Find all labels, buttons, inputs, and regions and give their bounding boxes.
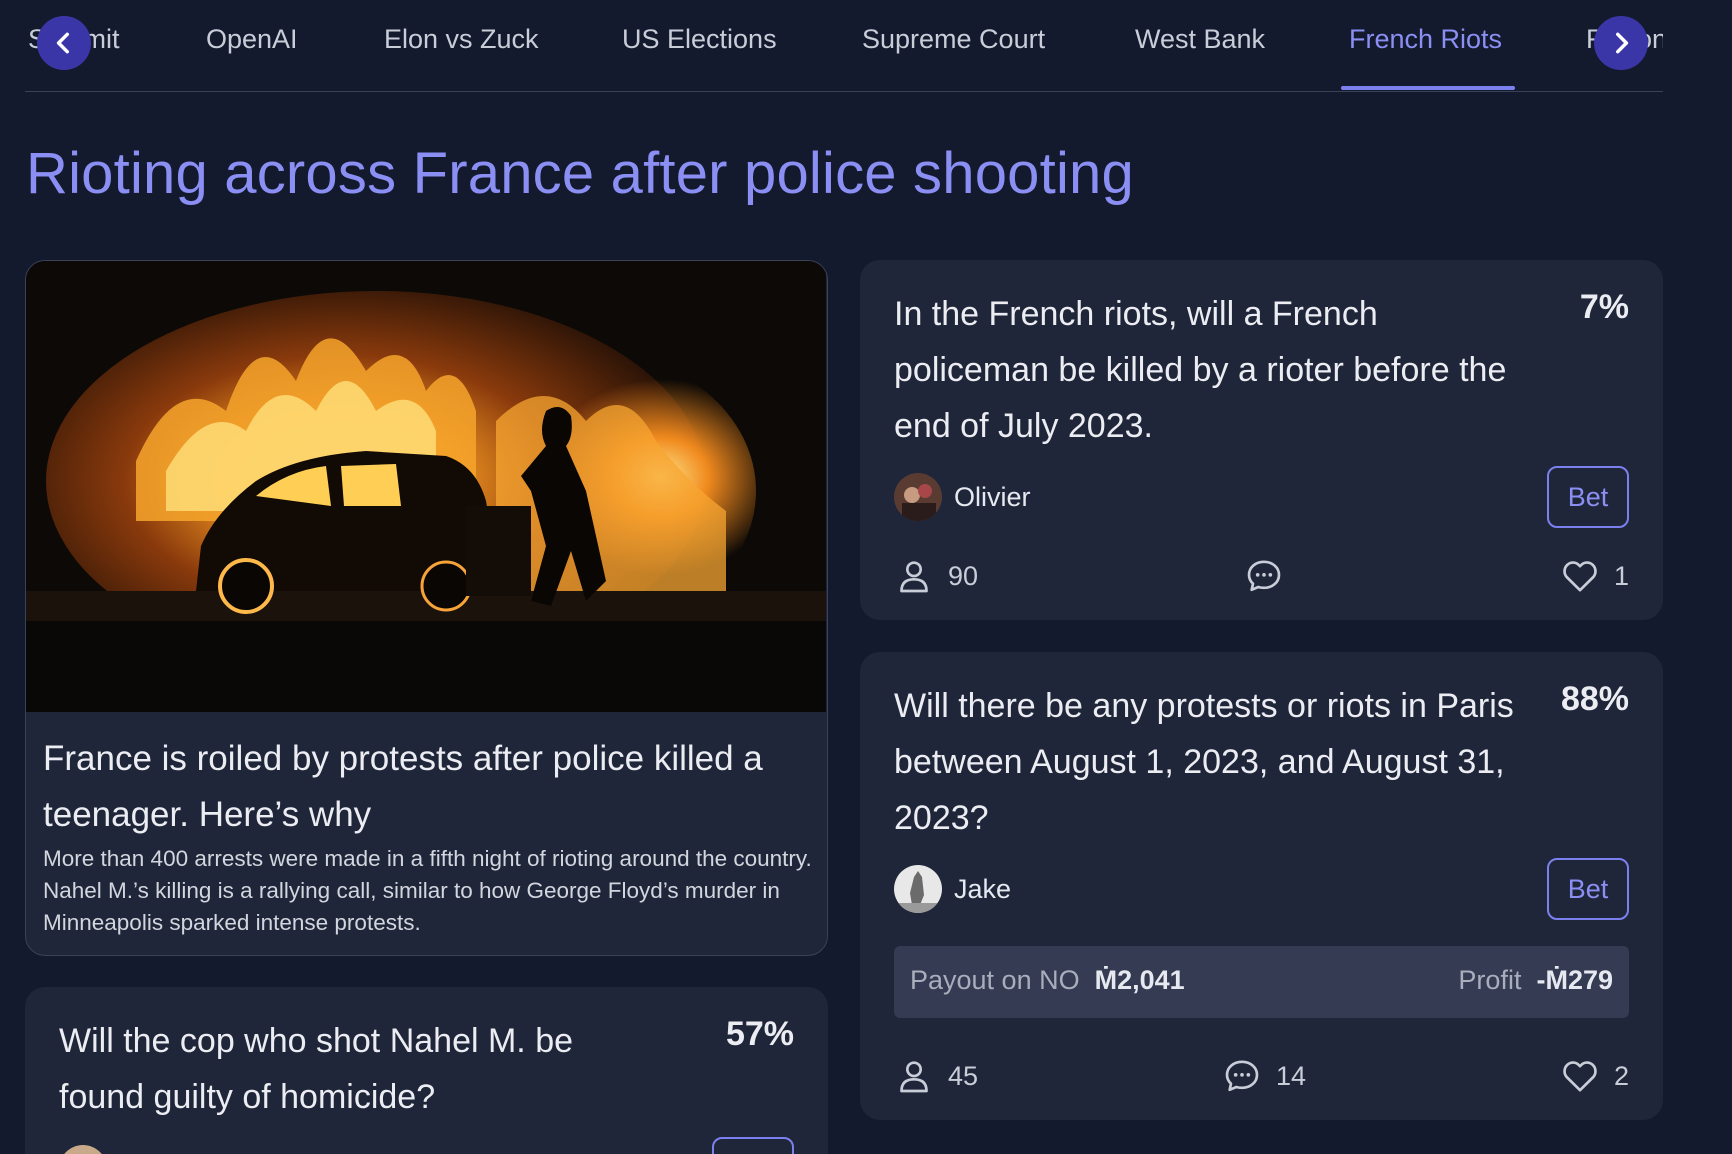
heart-icon xyxy=(1563,1061,1597,1092)
bet-button[interactable] xyxy=(712,1137,794,1154)
profit-info: Profit -Ṁ279 xyxy=(1458,965,1613,996)
news-article-card[interactable]: France is roiled by protests after polic… xyxy=(25,260,828,956)
tab-us-elections[interactable]: US Elections xyxy=(622,24,777,55)
market-probability: 88% xyxy=(1560,680,1629,718)
market-stats: 45 14 2 xyxy=(894,1056,1629,1100)
market-stats: 90 1 xyxy=(894,556,1629,600)
heart-icon xyxy=(1563,561,1597,592)
market-creator[interactable]: Jake xyxy=(894,865,1011,913)
tab-french-riots[interactable]: French Riots xyxy=(1349,24,1502,55)
payout-summary: Payout on NO Ṁ2,041 Profit -Ṁ279 xyxy=(894,946,1629,1018)
avatar xyxy=(59,1145,107,1154)
likes-stat[interactable]: 1 xyxy=(1560,556,1629,596)
payout-label: Payout on NO xyxy=(910,965,1080,995)
creator-name: Olivier xyxy=(954,481,1031,512)
payout-info: Payout on NO Ṁ2,041 xyxy=(910,965,1185,996)
market-card-cop-guilty[interactable]: Will the cop who shot Nahel M. be found … xyxy=(25,987,828,1154)
tab-elon-vs-zuck[interactable]: Elon vs Zuck xyxy=(384,24,539,55)
avatar xyxy=(894,865,942,913)
profit-value: -Ṁ279 xyxy=(1536,965,1613,995)
comment-bubble-icon xyxy=(1225,1060,1259,1092)
tab-west-bank[interactable]: West Bank xyxy=(1135,24,1265,55)
market-question[interactable]: Will the cop who shot Nahel M. be found … xyxy=(59,1013,659,1125)
payout-value: Ṁ2,041 xyxy=(1094,965,1185,995)
market-card-paris-protests[interactable]: Will there be any protests or riots in P… xyxy=(860,652,1663,1120)
market-question[interactable]: In the French riots, will a French polic… xyxy=(894,286,1514,454)
scroll-tabs-right-button[interactable] xyxy=(1594,16,1648,70)
tab-supreme-court[interactable]: Supreme Court xyxy=(862,24,1045,55)
creator-name: Jake xyxy=(954,873,1012,904)
likes-count: 1 xyxy=(1613,560,1629,591)
traders-stat[interactable]: 45 xyxy=(894,1056,978,1096)
market-question[interactable]: Will there be any protests or riots in P… xyxy=(894,678,1514,846)
chevron-right-icon xyxy=(1616,32,1629,54)
market-creator[interactable]: Olivier xyxy=(894,473,1031,521)
comments-count: 14 xyxy=(1276,1060,1307,1091)
market-card-policeman-killed[interactable]: In the French riots, will a French polic… xyxy=(860,260,1663,620)
market-probability: 57% xyxy=(725,1015,794,1053)
avatar xyxy=(894,473,942,521)
user-icon xyxy=(900,561,928,593)
profit-label: Profit xyxy=(1458,965,1522,995)
news-headline[interactable]: France is roiled by protests after polic… xyxy=(43,731,813,843)
market-probability: 7% xyxy=(1579,288,1629,326)
scroll-tabs-left-button[interactable] xyxy=(37,16,91,70)
comments-stat[interactable] xyxy=(1244,556,1298,596)
active-tab-indicator xyxy=(1341,86,1515,90)
bet-button[interactable]: Bet xyxy=(1547,466,1629,528)
burning-car-photo xyxy=(26,261,826,712)
likes-count: 2 xyxy=(1613,1060,1629,1091)
chevron-left-icon xyxy=(56,32,69,54)
tabs-scroller: Summit OpenAI Elon vs Zuck US Elections … xyxy=(25,0,1663,92)
news-description: More than 400 arrests were made in a fif… xyxy=(43,846,812,935)
comments-stat[interactable]: 14 xyxy=(1222,1056,1306,1096)
likes-stat[interactable]: 2 xyxy=(1560,1056,1629,1096)
tab-openai[interactable]: OpenAI xyxy=(206,24,298,55)
page-title: Rioting across France after police shoot… xyxy=(26,141,1134,206)
traders-stat[interactable]: 90 xyxy=(894,556,978,596)
topic-tab-bar: Summit OpenAI Elon vs Zuck US Elections … xyxy=(25,0,1663,92)
comment-bubble-icon xyxy=(1247,560,1281,592)
traders-count: 90 xyxy=(948,560,979,591)
bet-button[interactable]: Bet xyxy=(1547,858,1629,920)
traders-count: 45 xyxy=(948,1060,979,1091)
user-icon xyxy=(900,1061,928,1093)
